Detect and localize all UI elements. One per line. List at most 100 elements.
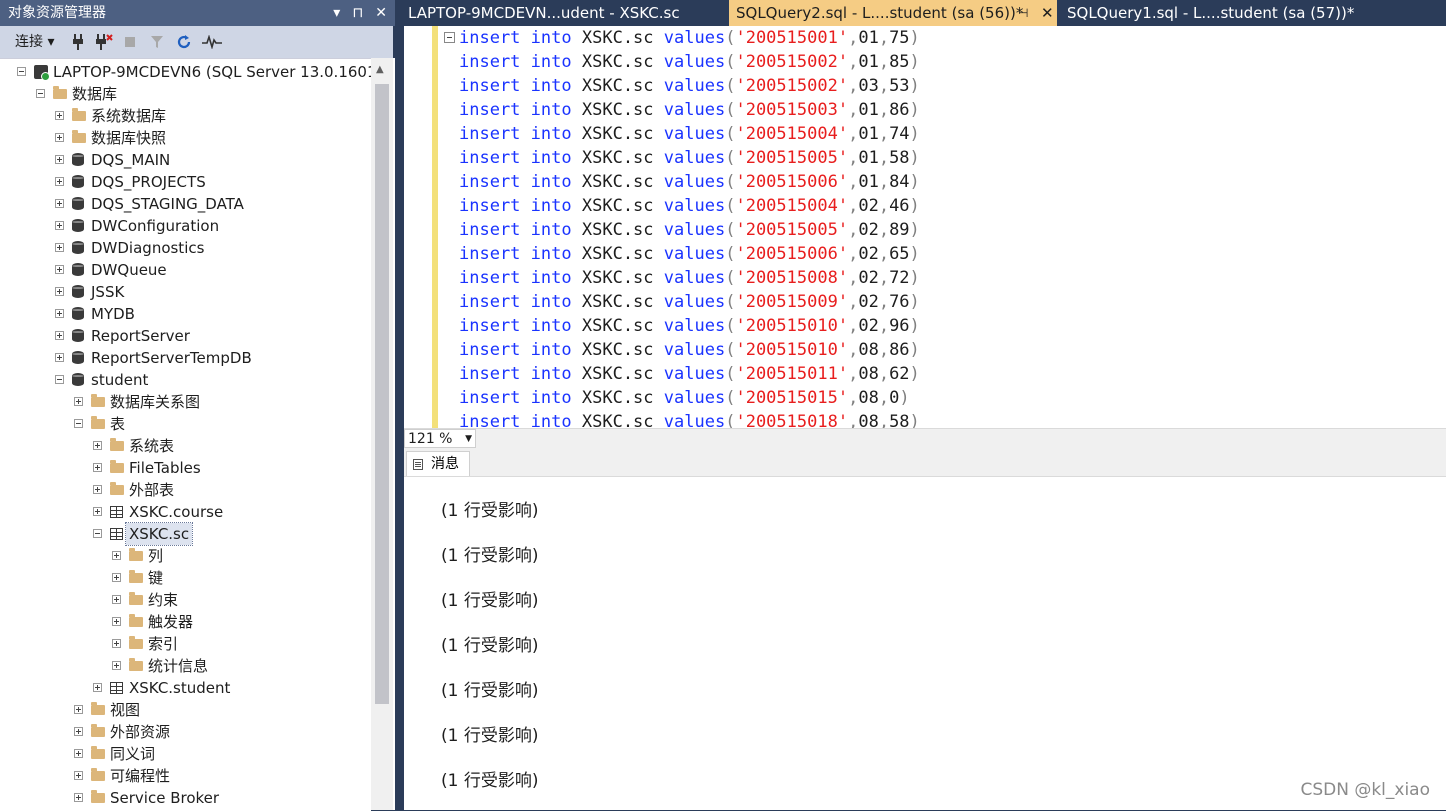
close-icon[interactable]: ✕ (375, 0, 387, 26)
expand-toggle-icon[interactable] (55, 331, 64, 340)
tree-node[interactable]: Service Broker (0, 787, 371, 809)
expand-toggle-icon[interactable] (93, 485, 102, 494)
expand-toggle-icon[interactable] (74, 749, 83, 758)
tree-node[interactable]: 表 (0, 413, 371, 435)
tab-sqlquery2[interactable]: SQLQuery2.sql - L....student (sa (56))* … (729, 0, 1057, 26)
tab-close-icon[interactable]: ✕ (1041, 0, 1054, 26)
tree-node[interactable]: DQS_MAIN (0, 149, 371, 171)
expand-toggle-icon[interactable] (55, 177, 64, 186)
expand-toggle-icon[interactable] (93, 683, 102, 692)
tree-node[interactable]: XSKC.sc (0, 522, 371, 546)
tree-node[interactable]: 触发器 (0, 611, 371, 633)
code-line[interactable]: insert into XSKC.sc values('200515004',0… (459, 194, 920, 218)
expand-toggle-icon[interactable] (55, 287, 64, 296)
tree-node[interactable]: 系统数据库 (0, 105, 371, 127)
tree-node[interactable]: XSKC.course (0, 501, 371, 523)
tree-node[interactable]: 同义词 (0, 743, 371, 765)
expand-toggle-icon[interactable] (55, 133, 64, 142)
tab-sqlquery1[interactable]: SQLQuery1.sql - L....student (sa (57))* (1059, 0, 1389, 26)
tree-node[interactable]: DQS_STAGING_DATA (0, 193, 371, 215)
collapse-toggle-icon[interactable] (93, 529, 102, 538)
tree-node[interactable]: 数据库 (0, 83, 371, 105)
code-line[interactable]: insert into XSKC.sc values('200515011',0… (459, 362, 920, 386)
expand-toggle-icon[interactable] (74, 705, 83, 714)
tree-vertical-scrollbar[interactable]: ▲ (371, 58, 393, 810)
tree-node[interactable]: ReportServer (0, 325, 371, 347)
tree-node[interactable]: 外部资源 (0, 721, 371, 743)
refresh-icon[interactable] (176, 26, 192, 58)
tab-messages[interactable]: 消息 (406, 451, 470, 476)
code-line[interactable]: insert into XSKC.sc values('200515008',0… (459, 266, 920, 290)
tree-node[interactable]: DWQueue (0, 259, 371, 281)
code-line[interactable]: insert into XSKC.sc values('200515006',0… (459, 242, 920, 266)
tree-node[interactable]: 键 (0, 567, 371, 589)
expand-toggle-icon[interactable] (93, 463, 102, 472)
tree-node[interactable]: DQS_PROJECTS (0, 171, 371, 193)
tree-node[interactable]: 索引 (0, 633, 371, 655)
code-line[interactable]: insert into XSKC.sc values('200515003',0… (459, 98, 920, 122)
code-line[interactable]: insert into XSKC.sc values('200515015',0… (459, 386, 910, 410)
expand-toggle-icon[interactable] (55, 243, 64, 252)
collapse-toggle-icon[interactable] (36, 89, 45, 98)
filter-icon[interactable] (150, 26, 164, 58)
code-line[interactable]: insert into XSKC.sc values('200515002',0… (459, 74, 920, 98)
expand-toggle-icon[interactable] (112, 639, 121, 648)
connect-button[interactable]: 连接 ▾ (15, 26, 54, 58)
expand-toggle-icon[interactable] (55, 353, 64, 362)
code-line[interactable]: insert into XSKC.sc values('200515005',0… (459, 146, 920, 170)
expand-toggle-icon[interactable] (93, 441, 102, 450)
scrollbar-thumb[interactable] (375, 84, 389, 704)
expand-toggle-icon[interactable] (93, 507, 102, 516)
expand-toggle-icon[interactable] (55, 265, 64, 274)
tree-node[interactable]: DWConfiguration (0, 215, 371, 237)
code-line[interactable]: insert into XSKC.sc values('200515004',0… (459, 122, 920, 146)
tree-node[interactable]: 系统表 (0, 435, 371, 457)
expand-toggle-icon[interactable] (55, 309, 64, 318)
expand-toggle-icon[interactable] (74, 793, 83, 802)
tree-node[interactable]: JSSK (0, 281, 371, 303)
collapse-toggle-icon[interactable] (17, 67, 26, 76)
code-line[interactable]: insert into XSKC.sc values('200515009',0… (459, 290, 920, 314)
expand-toggle-icon[interactable] (112, 573, 121, 582)
expand-toggle-icon[interactable] (74, 771, 83, 780)
expand-toggle-icon[interactable] (112, 595, 121, 604)
tree-node[interactable]: FileTables (0, 457, 371, 479)
collapse-toggle-icon[interactable] (74, 419, 83, 428)
tree-node[interactable]: MYDB (0, 303, 371, 325)
expand-toggle-icon[interactable] (55, 155, 64, 164)
tree-node[interactable]: 视图 (0, 699, 371, 721)
tree-node[interactable]: 列 (0, 545, 371, 567)
expand-toggle-icon[interactable] (55, 199, 64, 208)
code-line[interactable]: insert into XSKC.sc values('200515010',0… (459, 338, 920, 362)
tree-node[interactable]: XSKC.student (0, 677, 371, 699)
code-line[interactable]: insert into XSKC.sc values('200515006',0… (459, 170, 920, 194)
connect-plug-icon[interactable] (72, 26, 84, 58)
tree-node[interactable]: 外部表 (0, 479, 371, 501)
tree-node[interactable]: DWDiagnostics (0, 237, 371, 259)
code-line[interactable]: insert into XSKC.sc values('200515002',0… (459, 50, 920, 74)
tree-node[interactable]: 可编程性 (0, 765, 371, 787)
tree-node[interactable]: 数据库快照 (0, 127, 371, 149)
tree-node[interactable]: ReportServerTempDB (0, 347, 371, 369)
expand-toggle-icon[interactable] (55, 221, 64, 230)
code-line[interactable]: insert into XSKC.sc values('200515010',0… (459, 314, 920, 338)
expand-toggle-icon[interactable] (74, 727, 83, 736)
zoom-select[interactable]: 121 % ▼ (404, 429, 476, 448)
expand-toggle-icon[interactable] (112, 551, 121, 560)
expand-toggle-icon[interactable] (74, 397, 83, 406)
tree-node[interactable]: student (0, 369, 371, 391)
tree-node[interactable]: LAPTOP-9MCDEVN6 (SQL Server 13.0.1601.5 (0, 61, 391, 83)
scroll-up-icon[interactable]: ▲ (376, 64, 384, 75)
dropdown-icon[interactable]: ▾ (333, 0, 340, 26)
collapse-region-icon[interactable] (444, 32, 455, 43)
stop-icon[interactable] (124, 26, 136, 58)
sql-editor[interactable]: insert into XSKC.sc values('200515001',0… (404, 26, 1446, 428)
tree-node[interactable]: 数据库关系图 (0, 391, 371, 413)
code-line[interactable]: insert into XSKC.sc values('200515001',0… (459, 26, 920, 50)
activity-monitor-icon[interactable] (202, 26, 222, 58)
expand-toggle-icon[interactable] (112, 617, 121, 626)
tab-xskc-sc[interactable]: LAPTOP-9MCDEVN...udent - XSKC.sc (395, 0, 725, 26)
pin-icon[interactable]: ⊓ (352, 0, 363, 26)
tree-node[interactable]: 统计信息 (0, 655, 371, 677)
code-line[interactable]: insert into XSKC.sc values('200515005',0… (459, 218, 920, 242)
